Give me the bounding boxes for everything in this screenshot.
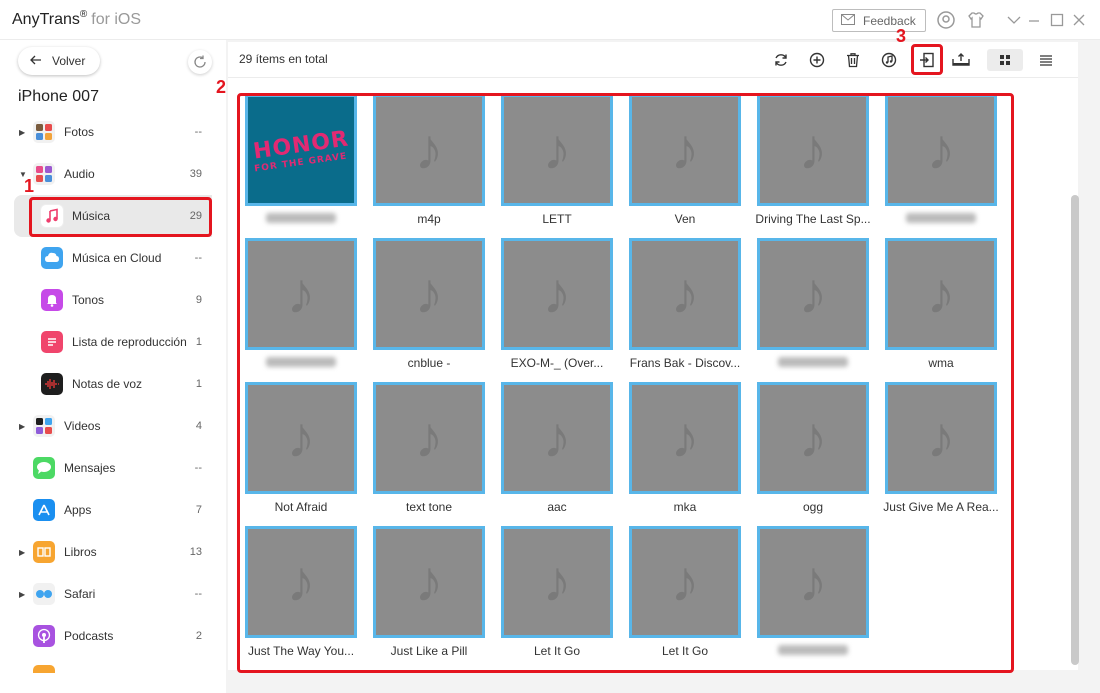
sidebar-item-notas-de-voz[interactable]: Notas de voz 1 [0, 363, 226, 405]
list-icon [1040, 55, 1052, 66]
account-icon[interactable] [936, 10, 956, 30]
add-button[interactable] [805, 48, 829, 72]
sidebar-item-label: Mensajes [64, 461, 116, 475]
sidebar-item-videos[interactable]: ▶ Videos 4 [0, 405, 226, 447]
sidebar-item-fotos[interactable]: ▶ Fotos -- [0, 111, 226, 153]
sidebar-item-podcasts[interactable]: Podcasts 2 [0, 615, 226, 657]
annotation-box-2 [237, 93, 1014, 673]
plus-circle-icon [809, 52, 825, 68]
annotation-box-1 [29, 197, 212, 237]
refresh-button[interactable] [769, 48, 793, 72]
videos-icon [33, 415, 55, 437]
next-category-icon [33, 665, 55, 673]
playlist-icon [41, 331, 63, 353]
itunes-icon [881, 52, 897, 68]
chevron-down-icon[interactable] [1004, 10, 1024, 30]
sidebar-item-count: 7 [195, 504, 202, 516]
trash-icon [847, 53, 859, 68]
device-name: iPhone 007 [18, 88, 99, 105]
sidebar-item-tonos[interactable]: Tonos 9 [0, 279, 226, 321]
grid-view-toggle[interactable] [987, 49, 1023, 71]
sidebar-item-count: 9 [195, 294, 202, 306]
refresh-icon [194, 55, 206, 68]
expand-arrow-icon[interactable]: ▶ [19, 548, 25, 557]
toolbar: 29 ítems en total [228, 42, 1078, 78]
sidebar-item-count: -- [194, 252, 202, 264]
sidebar-item-label: Audio [64, 167, 95, 181]
podcasts-icon [33, 625, 55, 647]
item-count-label: 29 ítems en total [239, 52, 328, 66]
annotation-label-2: 2 [216, 77, 227, 97]
minimize-icon[interactable] [1024, 10, 1044, 30]
app-title: AnyTrans® for iOS [12, 9, 142, 29]
sidebar-item-lista-de-reproduccion[interactable]: Lista de reproducción 1 [0, 321, 226, 363]
sidebar-item-apps[interactable]: Apps 7 [0, 489, 226, 531]
apps-icon [33, 499, 55, 521]
sidebar-item-count: 13 [189, 546, 202, 558]
sidebar-item-label: Safari [64, 587, 96, 601]
refresh-icon [775, 54, 787, 66]
sidebar-item-label: Fotos [64, 125, 95, 139]
sidebar-item-mensajes[interactable]: Mensajes -- [0, 447, 226, 489]
sidebar-item-count: 4 [195, 420, 202, 432]
sidebar-item-count: -- [194, 462, 202, 474]
messages-icon [33, 457, 55, 479]
sidebar-item-label: Lista de reproducción [72, 335, 187, 349]
feedback-label: Feedback [863, 13, 916, 28]
sidebar-item-label: Notas de voz [72, 377, 143, 391]
cloud-music-icon [41, 247, 63, 269]
close-icon[interactable] [1069, 10, 1089, 30]
sidebar-item-label: Tonos [72, 293, 105, 307]
expand-arrow-icon[interactable]: ▶ [19, 128, 25, 137]
sidebar-item-label: Música en Cloud [72, 251, 162, 265]
annotation-label-1: 1 [24, 176, 35, 196]
sidebar-item-label: Podcasts [64, 629, 114, 643]
photos-icon [33, 121, 55, 143]
back-label: Volver [52, 54, 86, 68]
list-view-toggle[interactable] [1028, 49, 1064, 71]
add-to-itunes-button[interactable] [877, 48, 901, 72]
arrow-left-icon [30, 54, 42, 68]
skin-shirt-icon[interactable] [966, 10, 986, 30]
safari-icon [33, 583, 55, 605]
sidebar-item-count: 1 [195, 336, 202, 348]
sidebar-item-label: Apps [64, 503, 92, 517]
voice-memos-icon [41, 373, 63, 395]
refresh-device-button[interactable] [188, 50, 212, 74]
delete-button[interactable] [841, 48, 865, 72]
mail-icon [841, 13, 855, 28]
send-to-device-button[interactable] [949, 48, 973, 72]
sidebar-item-count: 1 [195, 378, 202, 390]
sidebar-item-safari[interactable]: ▶ Safari -- [0, 573, 226, 615]
books-icon [33, 541, 55, 563]
sidebar-item-musica-en-cloud[interactable]: Música en Cloud -- [0, 237, 226, 279]
grid-icon [1000, 55, 1010, 65]
sidebar-item-count: -- [194, 126, 202, 138]
annotation-box-3 [911, 44, 943, 75]
sidebar-item-libros[interactable]: ▶ Libros 13 [0, 531, 226, 573]
app-platform: for iOS [91, 11, 142, 28]
feedback-button[interactable]: Feedback [832, 9, 926, 32]
sidebar-item-label: Videos [64, 419, 101, 433]
sidebar-item-count: -- [194, 588, 202, 600]
registered-mark: ® [79, 9, 88, 20]
annotation-label-3: 3 [896, 26, 907, 46]
sidebar-item-count: 39 [189, 168, 202, 180]
ringtones-icon [41, 289, 63, 311]
audio-icon [33, 163, 55, 185]
sidebar: Volver iPhone 007 ▶ Fotos -- ▼ Audio 39 … [0, 40, 226, 693]
sidebar-item-label: Libros [64, 545, 97, 559]
scrollbar[interactable] [1071, 195, 1079, 665]
back-button[interactable]: Volver [18, 47, 100, 75]
export-to-device-icon [952, 53, 970, 66]
title-bar: AnyTrans® for iOS Feedback [0, 0, 1100, 40]
app-name: AnyTrans [12, 11, 80, 28]
maximize-icon[interactable] [1047, 10, 1067, 30]
expand-arrow-icon[interactable]: ▶ [19, 590, 25, 599]
sidebar-item-count: 2 [195, 630, 202, 642]
expand-arrow-icon[interactable]: ▶ [19, 422, 25, 431]
